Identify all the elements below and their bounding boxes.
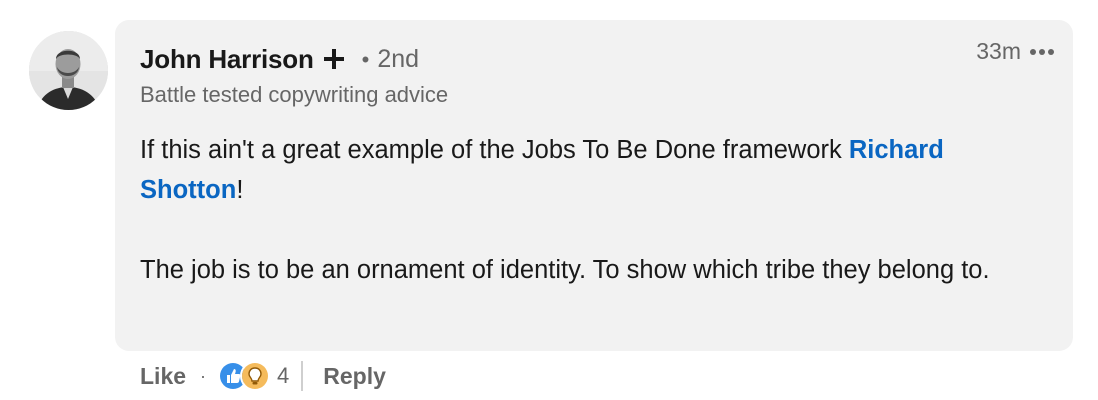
author-name[interactable]: John Harrison bbox=[140, 44, 314, 75]
degree-separator-dot: • bbox=[361, 46, 370, 72]
reaction-count: 4 bbox=[277, 363, 290, 388]
comment-actions: Like · 4 Reply bbox=[140, 357, 386, 395]
comment-text-suffix: ! bbox=[236, 176, 244, 204]
degree-label: 2nd bbox=[377, 44, 420, 73]
more-options-icon[interactable] bbox=[1029, 39, 1055, 65]
connection-degree: • 2nd bbox=[362, 45, 419, 74]
author-headline: Battle tested copywriting advice bbox=[140, 82, 449, 107]
comment-meta: 33m bbox=[976, 38, 1055, 65]
avatar[interactable] bbox=[29, 31, 108, 110]
comment-paragraph-1: If this ain't a great example of the Job… bbox=[140, 130, 1040, 210]
comment-text: If this ain't a great example of the Job… bbox=[140, 130, 1040, 290]
comment-bubble: John Harrison • 2nd Battle tested copywri… bbox=[115, 20, 1073, 351]
comment: John Harrison • 2nd Battle tested copywri… bbox=[0, 0, 1098, 400]
comment-text-prefix: If this ain't a great example of the Job… bbox=[140, 136, 849, 164]
action-separator: · bbox=[200, 365, 207, 386]
insightful-reaction-icon bbox=[240, 361, 271, 391]
avatar-image bbox=[29, 31, 108, 110]
reply-button[interactable]: Reply bbox=[323, 363, 386, 390]
action-divider bbox=[301, 361, 304, 391]
timestamp: 33m bbox=[976, 38, 1021, 64]
plus-icon[interactable] bbox=[323, 48, 345, 70]
author-line: John Harrison • 2nd bbox=[140, 42, 419, 76]
comment-paragraph-2: The job is to be an ornament of identity… bbox=[140, 256, 990, 284]
like-button[interactable]: Like bbox=[140, 363, 186, 390]
reactions-summary[interactable]: 4 bbox=[218, 361, 289, 391]
